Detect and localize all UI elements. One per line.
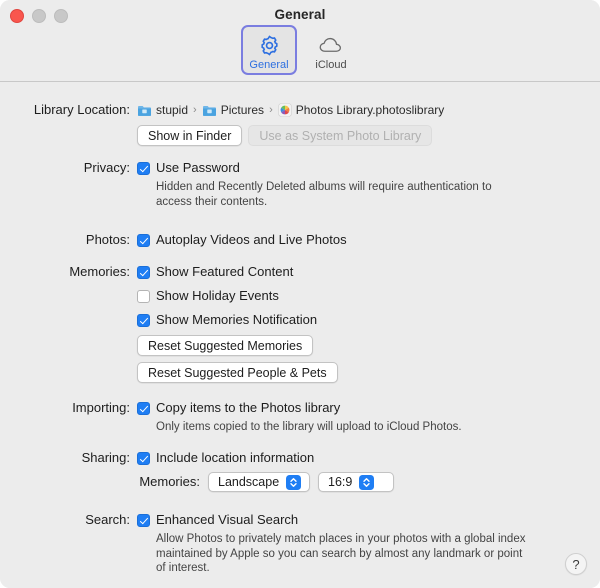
reset-suggested-memories-button[interactable]: Reset Suggested Memories <box>137 335 314 356</box>
photos-library-icon <box>277 103 292 117</box>
use-password-checkbox[interactable] <box>137 161 150 175</box>
library-location-label: Library Location: <box>33 102 130 117</box>
memories-orientation-select[interactable]: Landscape <box>208 472 310 492</box>
library-location-field: stupid › Pictures › Photos Library.photo… <box>137 102 444 146</box>
memories-aspect-ratio-value: 16:9 <box>328 475 353 489</box>
chevron-updown-icon <box>286 474 302 490</box>
enhanced-visual-search-label: Enhanced Visual Search <box>156 512 299 527</box>
search-row: Search: Enhanced Visual Search Allow Pho… <box>0 512 534 576</box>
search-field: Enhanced Visual Search Allow Photos to p… <box>137 512 534 576</box>
autoplay-videos-checkbox-row[interactable]: Autoplay Videos and Live Photos <box>137 232 347 248</box>
use-as-system-photo-library-button: Use as System Photo Library <box>248 125 433 146</box>
privacy-field: Use Password Hidden and Recently Deleted… <box>137 160 516 209</box>
breadcrumb-label: Pictures <box>220 103 265 117</box>
memories-aspect-ratio-select[interactable]: 16:9 <box>318 472 394 492</box>
window-title: General <box>274 7 326 22</box>
memories-field: Show Featured Content Show Holiday Event… <box>137 264 338 383</box>
folder-icon <box>137 104 152 117</box>
tab-general[interactable]: General <box>241 25 297 75</box>
tab-icloud-label: iCloud <box>315 59 347 71</box>
importing-label: Importing: <box>72 400 130 415</box>
include-location-label: Include location information <box>156 450 315 465</box>
reset-suggested-people-and-pets-button[interactable]: Reset Suggested People & Pets <box>137 362 338 383</box>
window-titlebar: General General iCloud <box>0 0 600 82</box>
show-holiday-events-checkbox-row[interactable]: Show Holiday Events <box>137 288 338 304</box>
photos-row: Photos: Autoplay Videos and Live Photos <box>0 232 347 248</box>
autoplay-videos-checkbox[interactable] <box>137 233 150 247</box>
tab-general-label: General <box>249 59 289 71</box>
library-location-buttons: Show in Finder Use as System Photo Libra… <box>137 125 444 146</box>
reset-suggested-people-pets-wrap: Reset Suggested People & Pets <box>137 362 338 383</box>
copy-items-checkbox-row[interactable]: Copy items to the Photos library <box>137 400 462 416</box>
memories-format-controls: Memories: Landscape 16:9 <box>137 472 394 492</box>
use-password-label: Use Password <box>156 160 240 175</box>
show-memories-notification-label: Show Memories Notification <box>156 312 318 327</box>
memories-sublabel: Memories: <box>139 474 200 489</box>
photos-field: Autoplay Videos and Live Photos <box>137 232 347 248</box>
breadcrumb-separator: › <box>193 104 197 116</box>
enhanced-visual-search-checkbox[interactable] <box>137 513 150 527</box>
show-memories-notification-checkbox-row[interactable]: Show Memories Notification <box>137 312 338 328</box>
use-password-checkbox-row[interactable]: Use Password <box>137 160 516 176</box>
search-label: Search: <box>85 512 130 527</box>
chevron-updown-icon <box>359 474 375 490</box>
show-holiday-events-checkbox[interactable] <box>137 289 150 303</box>
gear-icon <box>258 32 281 58</box>
search-description: Allow Photos to privately match places i… <box>156 533 526 574</box>
breadcrumb-label: stupid <box>156 103 189 117</box>
breadcrumb-item-pictures[interactable]: Pictures <box>202 102 264 118</box>
reset-suggested-memories-wrap: Reset Suggested Memories <box>137 335 338 356</box>
library-location-row: Library Location: stupid › Pictures › Ph… <box>0 102 444 146</box>
help-button[interactable]: ? <box>565 553 587 575</box>
sharing-row: Sharing: Include location information Me… <box>0 450 394 492</box>
show-holiday-events-label: Show Holiday Events <box>156 288 279 303</box>
enhanced-visual-search-checkbox-row[interactable]: Enhanced Visual Search <box>137 512 534 528</box>
show-memories-notification-checkbox[interactable] <box>137 313 150 327</box>
sharing-field: Include location information Memories: L… <box>137 450 394 492</box>
breadcrumb: stupid › Pictures › Photos Library.photo… <box>137 102 444 118</box>
preferences-toolbar: General iCloud <box>0 25 600 75</box>
autoplay-videos-label: Autoplay Videos and Live Photos <box>156 232 347 247</box>
show-featured-content-checkbox-row[interactable]: Show Featured Content <box>137 264 338 280</box>
photos-label: Photos: <box>85 232 130 247</box>
memories-orientation-value: Landscape <box>218 475 280 489</box>
folder-icon <box>202 104 217 117</box>
breadcrumb-separator: › <box>269 104 273 116</box>
show-featured-content-checkbox[interactable] <box>137 265 150 279</box>
privacy-label: Privacy: <box>83 160 130 175</box>
show-in-finder-button[interactable]: Show in Finder <box>137 125 243 146</box>
breadcrumb-item-stupid[interactable]: stupid <box>137 102 188 118</box>
preferences-content: Library Location: stupid › Pictures › Ph… <box>0 82 600 588</box>
cloud-icon <box>318 32 344 58</box>
privacy-description: Hidden and Recently Deleted albums will … <box>156 181 492 208</box>
importing-field: Copy items to the Photos library Only it… <box>137 400 462 435</box>
show-featured-content-label: Show Featured Content <box>156 264 294 279</box>
breadcrumb-label: Photos Library.photoslibrary <box>295 103 445 117</box>
breadcrumb-item-photos-library[interactable]: Photos Library.photoslibrary <box>277 102 445 118</box>
privacy-row: Privacy: Use Password Hidden and Recentl… <box>0 160 516 209</box>
copy-items-checkbox[interactable] <box>137 401 150 415</box>
include-location-checkbox-row[interactable]: Include location information <box>137 450 394 466</box>
copy-items-label: Copy items to the Photos library <box>156 400 341 415</box>
preferences-window: General General iCloud Library Location:… <box>0 0 600 588</box>
sharing-label: Sharing: <box>81 450 130 465</box>
importing-description: Only items copied to the library will up… <box>156 421 462 433</box>
importing-row: Importing: Copy items to the Photos libr… <box>0 400 462 435</box>
include-location-checkbox[interactable] <box>137 451 150 465</box>
memories-row: Memories: Show Featured Content Show Hol… <box>0 264 338 383</box>
tab-icloud[interactable]: iCloud <box>303 25 359 75</box>
memories-label: Memories: <box>69 264 130 279</box>
